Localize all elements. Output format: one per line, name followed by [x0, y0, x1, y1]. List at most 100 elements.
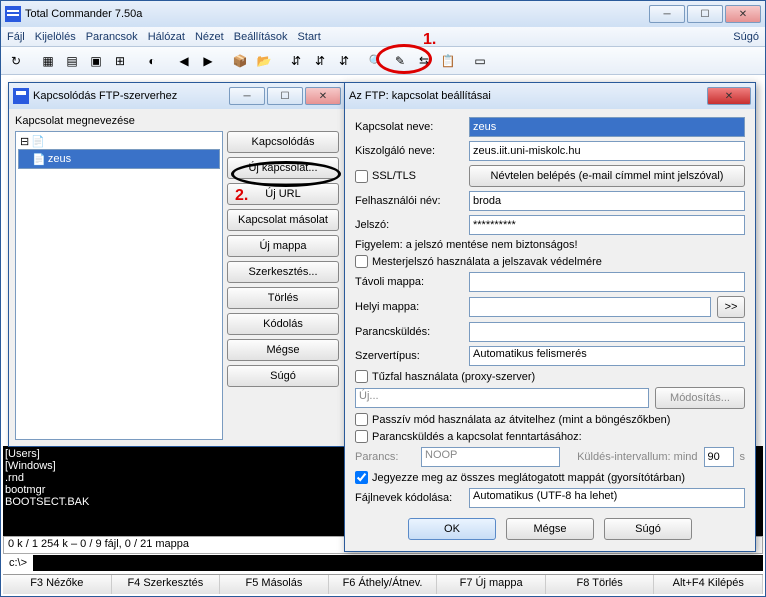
- conn-name-input[interactable]: [469, 117, 745, 137]
- f6-button[interactable]: F6 Áthely/Átnev.: [329, 575, 438, 594]
- pass-label: Jelszó:: [355, 219, 463, 231]
- pass-warning: Figyelem: a jelszó mentése nem biztonság…: [355, 239, 745, 251]
- menubar: Fájl Kijelölés Parancsok Hálózat Nézet B…: [1, 27, 765, 47]
- unpack-icon[interactable]: 📂: [253, 50, 275, 72]
- view-brief-icon[interactable]: ▦: [37, 50, 59, 72]
- host-input[interactable]: [469, 141, 745, 161]
- keepalive-cmd-select[interactable]: NOOP: [421, 447, 560, 467]
- remember-dirs-checkbox[interactable]: Jegyezze meg az összes meglátogatott map…: [355, 471, 745, 484]
- ftp-settings-dialog: Az FTP: kapcsolat beállításai ✕ Kapcsola…: [344, 82, 756, 552]
- dlg2-titlebar: Az FTP: kapcsolat beállításai ✕: [345, 83, 755, 109]
- host-label: Kiszolgáló neve:: [355, 145, 463, 157]
- command-input[interactable]: [33, 555, 763, 571]
- f3-button[interactable]: F3 Nézőke: [3, 575, 112, 594]
- path-label: c:\>: [3, 557, 33, 569]
- menu-net[interactable]: Hálózat: [148, 31, 185, 43]
- main-titlebar: Total Commander 7.50a ─ ☐ ✕: [1, 1, 765, 27]
- view-tree-icon[interactable]: ⊞: [109, 50, 131, 72]
- menu-config[interactable]: Beállítások: [234, 31, 288, 43]
- altf4-button[interactable]: Alt+F4 Kilépés: [654, 575, 763, 594]
- master-pass-checkbox[interactable]: Mesterjelszó használata a jelszavak véde…: [355, 255, 745, 268]
- menu-file[interactable]: Fájl: [7, 31, 25, 43]
- dlg1-minimize[interactable]: ─: [229, 87, 265, 105]
- menu-view[interactable]: Nézet: [195, 31, 224, 43]
- dlg2-close[interactable]: ✕: [707, 87, 751, 105]
- cancel-button[interactable]: Mégse: [227, 339, 339, 361]
- connect-button[interactable]: Kapcsolódás: [227, 131, 339, 153]
- cmd-label: Parancs:: [355, 451, 415, 463]
- new-folder-button[interactable]: Új mappa: [227, 235, 339, 257]
- save-icon: [13, 88, 29, 104]
- f5-button[interactable]: F5 Másolás: [220, 575, 329, 594]
- notepad-icon[interactable]: ▭: [469, 50, 491, 72]
- connection-tree[interactable]: ⊟📄 📄zeus: [15, 131, 223, 440]
- menu-commands[interactable]: Parancsok: [86, 31, 138, 43]
- menu-select[interactable]: Kijelölés: [35, 31, 76, 43]
- cancel-button[interactable]: Mégse: [506, 518, 594, 540]
- encode-button[interactable]: Kódolás: [227, 313, 339, 335]
- remote-dir-input[interactable]: [469, 272, 745, 292]
- dlg1-title: Kapcsolódás FTP-szerverhez: [33, 90, 229, 102]
- help-button[interactable]: Súgó: [604, 518, 692, 540]
- user-input[interactable]: [469, 191, 745, 211]
- firewall-checkbox[interactable]: Tűzfal használata (proxy-szerver): [355, 370, 745, 383]
- keepalive-checkbox[interactable]: Parancsküldés a kapcsolat fenntartásához…: [355, 430, 745, 443]
- f4-button[interactable]: F4 Szerkesztés: [112, 575, 221, 594]
- encoding-select[interactable]: Automatikus (UTF-8 ha lehet): [469, 488, 745, 508]
- help-button[interactable]: Súgó: [227, 365, 339, 387]
- dlg1-maximize[interactable]: ☐: [267, 87, 303, 105]
- f7-button[interactable]: F7 Új mappa: [437, 575, 546, 594]
- ftp-url-icon[interactable]: ⇵: [333, 50, 355, 72]
- local-dir-input[interactable]: [469, 297, 711, 317]
- copy-connection-button[interactable]: Kapcsolat másolat: [227, 209, 339, 231]
- dlg1-close[interactable]: ✕: [305, 87, 341, 105]
- pack-icon[interactable]: 📦: [229, 50, 251, 72]
- sendcmd-label: Parancsküldés:: [355, 326, 463, 338]
- anon-login-button[interactable]: Névtelen belépés (e-mail címmel mint jel…: [469, 165, 745, 187]
- menu-help[interactable]: Súgó: [733, 31, 759, 43]
- ok-button[interactable]: OK: [408, 518, 496, 540]
- remote-dir-label: Távoli mappa:: [355, 276, 463, 288]
- seconds-label: s: [740, 451, 746, 463]
- ftp-new-icon[interactable]: ⇵: [309, 50, 331, 72]
- close-button[interactable]: ✕: [725, 5, 761, 23]
- delete-button[interactable]: Törlés: [227, 287, 339, 309]
- view-full-icon[interactable]: ▤: [61, 50, 83, 72]
- ssl-checkbox[interactable]: SSL/TLS: [355, 170, 463, 183]
- forward-icon[interactable]: ▶: [197, 50, 219, 72]
- edit-button[interactable]: Szerkesztés...: [227, 261, 339, 283]
- interval-input[interactable]: [704, 447, 734, 467]
- folder-icon: 📄: [31, 135, 45, 148]
- f8-button[interactable]: F8 Törlés: [546, 575, 655, 594]
- tree-item-selected[interactable]: 📄zeus: [18, 149, 220, 169]
- back-icon[interactable]: ◀: [173, 50, 195, 72]
- dlg2-title: Az FTP: kapcsolat beállításai: [349, 90, 707, 102]
- minimize-button[interactable]: ─: [649, 5, 685, 23]
- reload-icon[interactable]: ↻: [5, 50, 27, 72]
- pass-input[interactable]: [469, 215, 745, 235]
- encoding-label: Fájlnevek kódolása:: [355, 492, 463, 504]
- view-thumb-icon[interactable]: ▣: [85, 50, 107, 72]
- app-title: Total Commander 7.50a: [25, 8, 649, 20]
- page-icon: 📄: [32, 153, 46, 166]
- tree-item[interactable]: ⊟📄: [18, 134, 220, 149]
- ftp-connect-dialog: Kapcsolódás FTP-szerverhez ─ ☐ ✕ Kapcsol…: [8, 82, 346, 447]
- local-dir-label: Helyi mappa:: [355, 301, 463, 313]
- annotation-ellipse-2: [231, 161, 341, 187]
- menu-start[interactable]: Start: [298, 31, 321, 43]
- server-type-select[interactable]: Automatikus felismerés: [469, 346, 745, 366]
- firewall-select[interactable]: Új...: [355, 388, 649, 408]
- maximize-button[interactable]: ☐: [687, 5, 723, 23]
- interval-label: Küldés-intervallum: mind: [566, 451, 697, 463]
- command-line[interactable]: c:\>: [3, 554, 763, 572]
- dlg1-titlebar: Kapcsolódás FTP-szerverhez ─ ☐ ✕: [9, 83, 345, 109]
- browse-button[interactable]: >>: [717, 296, 745, 318]
- invert-icon[interactable]: ◐: [141, 50, 163, 72]
- sendcmd-input[interactable]: [469, 322, 745, 342]
- copy-names-icon[interactable]: 📋: [437, 50, 459, 72]
- ftp-connect-icon[interactable]: ⇵: [285, 50, 307, 72]
- connection-list-label: Kapcsolat megnevezése: [15, 115, 223, 127]
- firewall-modify-button: Módosítás...: [655, 387, 745, 409]
- toolbar: ↻ ▦ ▤ ▣ ⊞ ◐ ◀ ▶ 📦 📂 ⇵ ⇵ ⇵ 🔍 ✎ ⇆ 📋 ▭ 1.: [1, 47, 765, 75]
- passive-checkbox[interactable]: Passzív mód használata az átvitelhez (mi…: [355, 413, 745, 426]
